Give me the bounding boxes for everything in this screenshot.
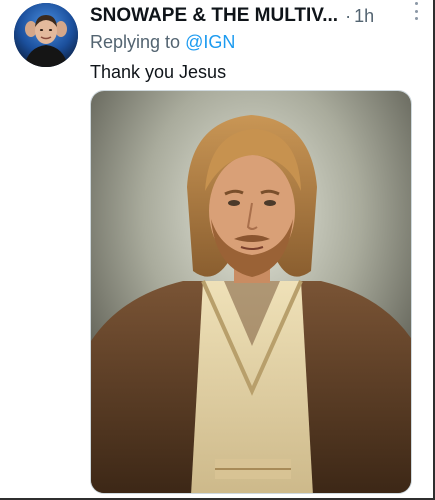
tweet-header: SNOWAPE & THE MULTIV... · 1h [90,4,425,28]
author-name[interactable]: SNOWAPE & THE MULTIV... [90,5,338,27]
reply-prefix: Replying to [90,32,181,52]
tweet[interactable]: SNOWAPE & THE MULTIV... · 1h Replying to… [0,0,433,498]
more-vertical-icon[interactable] [413,2,419,20]
avatar[interactable] [14,3,78,67]
portrait-image [91,91,411,493]
timestamp[interactable]: 1h [354,6,374,27]
reply-handle-link[interactable]: @IGN [185,32,235,52]
tweet-text: Thank you Jesus [90,62,227,82]
avatar-image [14,3,78,67]
separator-dot: · [345,5,352,26]
tweet-image[interactable] [90,90,412,494]
reply-context: Replying to @IGN [90,32,235,53]
